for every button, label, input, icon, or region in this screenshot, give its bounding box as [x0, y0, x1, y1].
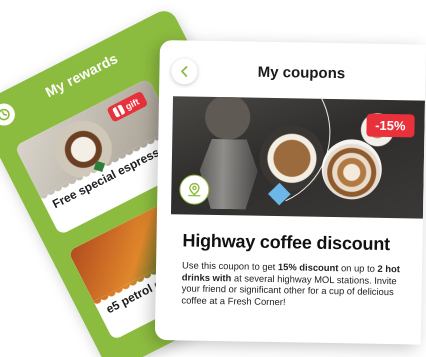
map-pin-icon	[188, 182, 201, 197]
coupon-image: -15%	[170, 96, 425, 219]
gift-icon	[112, 104, 126, 118]
page-title: My coupons	[257, 63, 346, 83]
coupons-header: My coupons	[159, 40, 426, 103]
promo-composition: My rewards gift Free special espresso e5…	[0, 0, 426, 357]
coupon-description: Use this coupon to get 15% discount on u…	[181, 259, 408, 309]
coupon-title: Highway coffee discount	[182, 230, 391, 255]
coupon-desc-text: Use this coupon to get	[181, 259, 279, 273]
coupon-desc-text: on up to	[338, 262, 378, 274]
gift-badge-label: gift	[123, 96, 141, 112]
history-icon	[0, 108, 10, 121]
rewards-title: My rewards	[42, 49, 121, 101]
coupon-desc-highlight: 15% discount	[277, 261, 339, 274]
latte-cup-illustration	[321, 138, 383, 200]
history-button[interactable]	[0, 99, 19, 130]
coupons-screen: My coupons -15% Highway coffee discount …	[154, 40, 426, 345]
discount-badge: -15%	[365, 113, 415, 138]
